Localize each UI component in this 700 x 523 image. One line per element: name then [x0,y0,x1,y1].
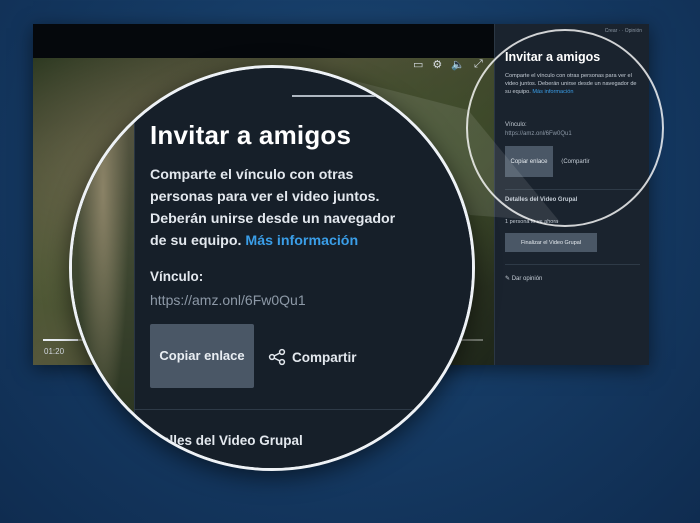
sidebar-description: Comparte el vínculo con otras personas p… [505,72,637,96]
divider [505,264,640,265]
lens-top-progress [292,95,442,97]
share-icon [268,348,286,366]
invite-description: Comparte el vínculo con otras personas p… [150,164,410,252]
invite-title: Invitar a amigos [150,120,352,150]
share-button[interactable]: Compartir [268,348,357,366]
sidebar-more-info-link[interactable]: Más información [532,89,573,95]
divider [505,189,640,190]
sidebar-details-title: Detalles del Video Grupal [505,197,578,203]
watch-party-sidebar: Crear · · Opinión Invitar a amigos Compa… [494,24,649,365]
share-label: Compartir [292,349,357,365]
sidebar-end-watch-party-button[interactable]: Finalizar el Video Grupal [505,233,597,252]
sidebar-copy-link-button[interactable]: Copiar enlace [505,146,553,177]
sidebar-link-label: Vínculo: [505,122,527,128]
watch-party-details-title: etalles del Video Grupal [150,433,303,448]
sidebar-viewer-count: 1 persona lo ve ahora [505,219,559,225]
sidebar-top-links[interactable]: Crear · · Opinión [605,28,642,34]
copy-link-button[interactable]: Copiar enlace [150,324,254,388]
playback-time: 01:20 [44,347,65,356]
sidebar-share-label: Compartir [563,159,590,165]
link-url[interactable]: https://amz.onl/6Fw0Qu1 [150,292,306,308]
divider [134,409,434,410]
magnifier-lens: Invitar a amigos Comparte el vínculo con… [69,65,475,471]
lens-video-strip [72,68,134,468]
sidebar-share-button[interactable]: ⟨Compartir [561,158,590,165]
sidebar-title: Invitar a amigos [505,50,601,64]
player-top-bar [33,24,494,58]
more-info-link[interactable]: Más información [245,233,358,249]
link-label: Vínculo: [150,269,204,284]
sidebar-feedback-label: Dar opinión [511,276,543,282]
sidebar-feedback-link[interactable]: ✎ Dar opinión [505,275,542,282]
fullscreen-icon[interactable]: ⤢ [474,58,483,71]
sidebar-link-url: https://amz.onl/6Fw0Qu1 [505,131,572,137]
